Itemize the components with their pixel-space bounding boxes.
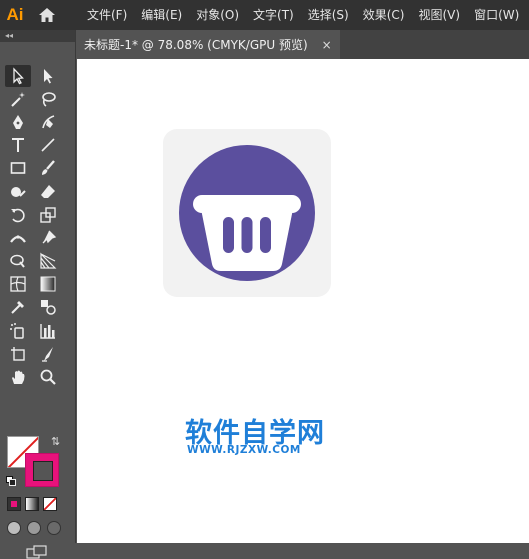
artboard-tool[interactable]: [5, 343, 31, 365]
width-tool[interactable]: [5, 227, 31, 249]
perspective-grid-tool-icon: [40, 252, 57, 269]
gradient-mode-button[interactable]: [25, 497, 39, 511]
color-mode-row: [7, 497, 57, 511]
mesh-tool[interactable]: [5, 273, 31, 295]
stroke-swatch-inner: [33, 461, 53, 481]
scale-tool-icon: [40, 207, 56, 223]
hand-tool[interactable]: [5, 366, 31, 388]
paintbrush-tool[interactable]: [35, 157, 61, 179]
perspective-grid-tool[interactable]: [35, 250, 61, 272]
watermark-url: WWW.RJZXW.COM: [187, 444, 301, 456]
type-tool-icon: [12, 138, 24, 153]
eraser-tool-icon: [41, 184, 55, 198]
curvature-tool-icon: [42, 115, 55, 129]
document-tab-bar: 未标题-1* @ 78.08% (CMYK/GPU 预览) ×: [76, 30, 529, 59]
menu-window[interactable]: 窗口(W): [467, 0, 526, 30]
artboard-canvas[interactable]: 软件自学网 WWW.RJZXW.COM: [77, 59, 529, 543]
menu-bar: Ai 文件(F) 编辑(E) 对象(O) 文字(T) 选择(S) 效果(C) 视…: [0, 0, 529, 30]
draw-behind-button[interactable]: [27, 521, 41, 535]
slice-tool[interactable]: [35, 343, 61, 365]
default-fill-stroke-icon[interactable]: [6, 476, 16, 486]
swap-fill-stroke-icon[interactable]: ⇅: [51, 435, 60, 448]
tools-panel: ◂◂ ⇅: [0, 30, 76, 559]
app-logo: Ai: [6, 5, 24, 24]
scale-tool[interactable]: [35, 204, 61, 226]
draw-mode-row: [7, 521, 61, 535]
home-icon: [39, 8, 55, 22]
menu-view[interactable]: 视图(V): [411, 0, 467, 30]
column-graph-tool-icon: [40, 323, 55, 339]
eyedropper-tool[interactable]: [5, 296, 31, 318]
menu-type[interactable]: 文字(T): [246, 0, 301, 30]
blend-tool-icon: [41, 300, 56, 316]
menu-effect[interactable]: 效果(C): [356, 0, 412, 30]
puppet-warp-tool-icon: [42, 230, 57, 244]
gradient-tool[interactable]: [35, 273, 61, 295]
line-segment-tool[interactable]: [35, 134, 61, 156]
tools-panel-collapse[interactable]: ◂◂: [0, 30, 75, 42]
paintbrush-tool-icon: [42, 160, 55, 176]
menu-file[interactable]: 文件(F): [80, 0, 134, 30]
shape-builder-tool-icon: [10, 254, 25, 268]
rectangle-tool[interactable]: [5, 157, 31, 179]
basket-icon-artwork[interactable]: [163, 129, 331, 297]
none-mode-button[interactable]: [43, 497, 57, 511]
magic-wand-tool[interactable]: [5, 88, 31, 110]
draw-inside-button[interactable]: [47, 521, 61, 535]
selection-tool[interactable]: [5, 64, 31, 87]
draw-normal-button[interactable]: [7, 521, 21, 535]
screen-mode-icon[interactable]: [26, 545, 48, 559]
magic-wand-tool-icon: [11, 91, 25, 107]
line-segment-tool-icon: [41, 138, 55, 152]
stroke-swatch[interactable]: [25, 453, 59, 487]
main-menu: 文件(F) 编辑(E) 对象(O) 文字(T) 选择(S) 效果(C) 视图(V…: [80, 0, 526, 30]
curvature-tool[interactable]: [35, 111, 61, 133]
fill-stroke-area: ⇅: [5, 434, 70, 494]
basket-slots: [223, 217, 271, 253]
eyedropper-tool-icon: [11, 301, 24, 315]
puppet-warp-tool[interactable]: [35, 227, 61, 249]
direct-selection-tool[interactable]: [35, 65, 61, 87]
menu-edit[interactable]: 编辑(E): [134, 0, 189, 30]
pen-tool-icon: [13, 114, 23, 129]
zoom-tool-icon: [40, 369, 56, 385]
selection-tool-icon: [13, 66, 24, 84]
rotate-tool-icon: [11, 208, 25, 223]
shaper-tool[interactable]: [5, 181, 31, 203]
menu-object[interactable]: 对象(O): [189, 0, 246, 30]
home-button[interactable]: [30, 0, 64, 30]
blend-tool[interactable]: [35, 296, 61, 318]
gradient-tool-icon: [40, 276, 56, 292]
document-tab[interactable]: 未标题-1* @ 78.08% (CMYK/GPU 预览) ×: [76, 30, 340, 59]
zoom-tool[interactable]: [35, 366, 61, 388]
width-tool-icon: [10, 235, 26, 243]
slice-tool-icon: [42, 346, 53, 362]
color-mode-button[interactable]: [7, 497, 21, 511]
lasso-tool-icon: [42, 91, 56, 107]
column-graph-tool[interactable]: [35, 320, 61, 342]
hand-tool-icon: [12, 370, 25, 385]
eraser-tool[interactable]: [35, 181, 61, 203]
lasso-tool[interactable]: [35, 88, 61, 110]
menu-select[interactable]: 选择(S): [301, 0, 356, 30]
artboard-tool-icon: [11, 346, 25, 361]
document-title: 未标题-1* @ 78.08% (CMYK/GPU 预览): [84, 38, 308, 52]
direct-selection-tool-icon: [44, 68, 53, 84]
symbol-sprayer-tool[interactable]: [5, 320, 31, 342]
shape-builder-tool[interactable]: [5, 250, 31, 272]
rotate-tool[interactable]: [5, 204, 31, 226]
tool-grid: [5, 64, 65, 389]
shaper-tool-icon: [11, 186, 26, 197]
rectangle-tool-icon: [10, 162, 26, 175]
mesh-tool-icon: [10, 276, 26, 292]
type-tool[interactable]: [5, 134, 31, 156]
pen-tool[interactable]: [5, 111, 31, 133]
symbol-sprayer-tool-icon: [10, 322, 24, 339]
close-tab-button[interactable]: ×: [322, 38, 332, 52]
